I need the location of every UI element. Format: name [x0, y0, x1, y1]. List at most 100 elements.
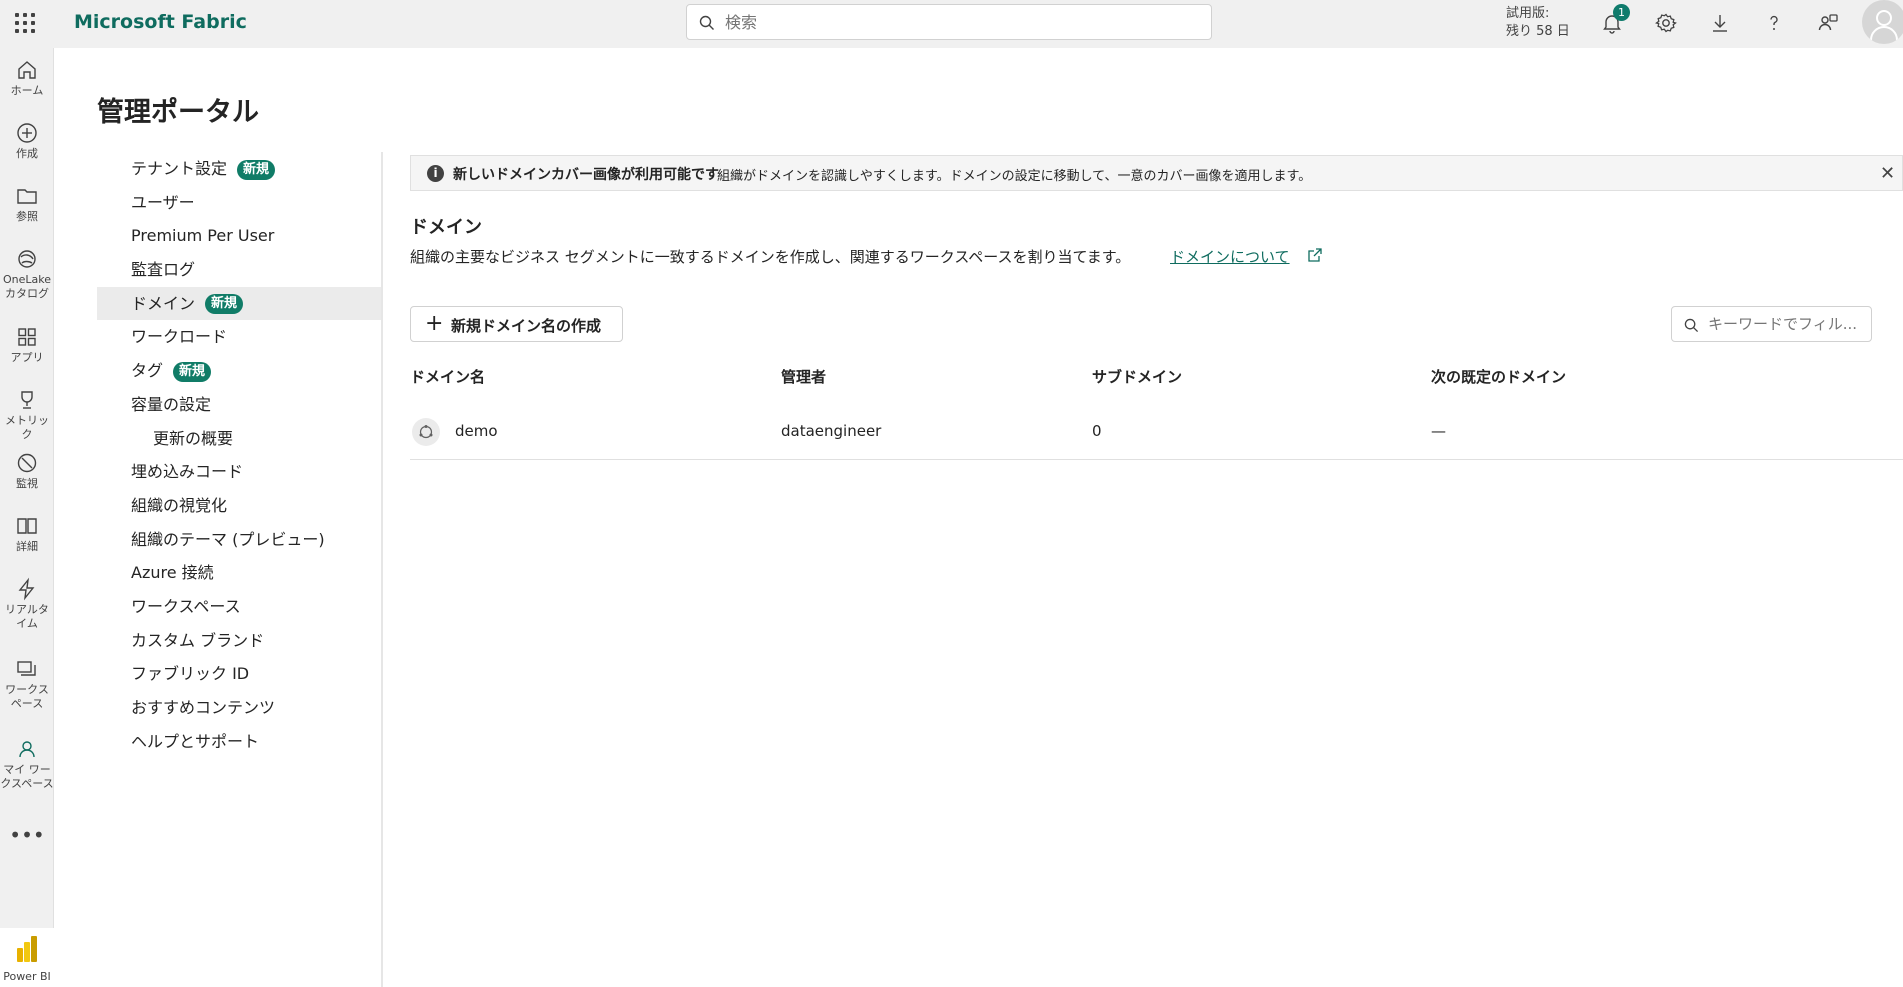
- trial-status[interactable]: 試用版: 残り 58 日: [1506, 5, 1570, 41]
- home-icon: [18, 61, 36, 79]
- settings-nav-workspaces[interactable]: ワークスペース: [97, 590, 381, 624]
- settings-nav-domains[interactable]: ドメイン 新規: [97, 286, 381, 321]
- nav-onelake[interactable]: OneLake カタログ: [0, 247, 54, 301]
- settings-nav: テナント設定 新規 ユーザー Premium Per User 監査ログ ドメイン…: [97, 152, 381, 758]
- my-workspace-icon: [19, 741, 35, 758]
- nav-label: リアルタイム: [5, 603, 49, 630]
- section-title: ドメイン: [410, 217, 482, 238]
- settings-nav-refresh-summary[interactable]: 更新の概要: [97, 422, 381, 456]
- app-title[interactable]: Microsoft Fabric: [74, 11, 247, 33]
- settings-nav-label: おすすめコンテンツ: [131, 698, 276, 717]
- workspaces-icon: [17, 661, 36, 676]
- feedback-icon[interactable]: [1816, 11, 1840, 35]
- nav-label: マイ ワークスペース: [0, 763, 54, 790]
- powerbi-switcher[interactable]: Power BI: [0, 928, 54, 987]
- realtime-icon: [18, 577, 35, 601]
- column-header-default-domain[interactable]: 次の既定のドメイン: [1431, 366, 1566, 387]
- browse-icon: [17, 189, 37, 204]
- external-link-icon[interactable]: [1307, 247, 1323, 263]
- settings-nav-org-themes[interactable]: 組織のテーマ (プレビュー): [97, 523, 381, 557]
- powerbi-logo-icon: [17, 936, 37, 962]
- nav-apps[interactable]: アプリ: [0, 325, 54, 365]
- column-header-domain[interactable]: ドメイン名: [410, 366, 485, 387]
- settings-nav-label: 更新の概要: [153, 428, 234, 448]
- nav-label: 監視: [16, 477, 38, 490]
- settings-nav-workloads[interactable]: ワークロード: [97, 320, 381, 354]
- column-header-subdomains[interactable]: サブドメイン: [1092, 366, 1182, 387]
- nav-my-workspace[interactable]: マイ ワークスペース: [0, 737, 54, 791]
- domain-name-link[interactable]: demo: [455, 422, 498, 440]
- settings-nav-embed-codes[interactable]: 埋め込みコード: [97, 455, 381, 489]
- filter-box[interactable]: [1671, 306, 1872, 342]
- settings-nav-featured[interactable]: おすすめコンテンツ: [97, 691, 381, 725]
- nav-create[interactable]: 作成: [0, 121, 54, 161]
- new-badge: 新規: [205, 294, 244, 315]
- settings-nav-label: 監査ログ: [131, 260, 196, 280]
- nav-realtime[interactable]: リアルタイム: [0, 577, 54, 631]
- table-row[interactable]: demo dataengineer 0 —: [410, 408, 1903, 460]
- settings-nav-tags[interactable]: タグ 新規: [97, 354, 381, 388]
- nav-label: ホーム: [10, 84, 44, 97]
- settings-nav-label: ファブリック ID: [131, 664, 250, 684]
- left-nav-rail: ホーム 作成 参照 OneLake カタログ アプリ メトリック 監視 詳細 リ…: [0, 48, 54, 987]
- settings-nav-org-visuals[interactable]: 組織の視覚化: [97, 489, 381, 523]
- plus-icon: +: [425, 311, 444, 336]
- notification-badge: 1: [1613, 4, 1630, 21]
- search-icon: [699, 15, 714, 30]
- gear-icon[interactable]: [1654, 11, 1678, 35]
- settings-nav-azure[interactable]: Azure 接続: [97, 556, 381, 590]
- settings-nav-label: 組織の視覚化: [131, 495, 228, 515]
- powerbi-label: Power BI: [3, 970, 51, 983]
- settings-nav-help[interactable]: ヘルプとサポート: [97, 725, 381, 759]
- search-icon: [1684, 318, 1699, 333]
- settings-nav-label: ユーザー: [131, 192, 195, 212]
- new-badge: 新規: [173, 361, 212, 382]
- avatar[interactable]: [1862, 0, 1903, 44]
- nav-metrics[interactable]: メトリック: [0, 388, 54, 442]
- settings-nav-audit[interactable]: 監査ログ: [97, 253, 381, 287]
- nav-monitor[interactable]: 監視: [0, 451, 54, 491]
- nav-workspaces[interactable]: ワークスペース: [0, 657, 54, 711]
- learn-domains-link[interactable]: ドメインについて: [1170, 246, 1290, 267]
- nav-label: OneLake カタログ: [2, 273, 51, 300]
- nav-browse[interactable]: 参照: [0, 184, 54, 224]
- download-icon[interactable]: [1708, 11, 1732, 35]
- settings-nav-ppu[interactable]: Premium Per User: [97, 219, 381, 253]
- settings-nav-users[interactable]: ユーザー: [97, 186, 381, 220]
- nav-label: アプリ: [10, 351, 44, 364]
- create-icon: [17, 123, 37, 143]
- settings-nav-label: ドメイン: [131, 293, 196, 313]
- column-header-admin[interactable]: 管理者: [781, 366, 826, 387]
- settings-nav-label: カスタム ブランド: [131, 630, 265, 650]
- trial-label: 試用版:: [1506, 6, 1550, 21]
- metrics-icon: [21, 391, 33, 409]
- info-banner: i 新しいドメインカバー画像が利用可能です 組織がドメインを認識しやすくします。…: [410, 155, 1903, 191]
- domain-subdomains: 0: [1092, 422, 1102, 440]
- settings-nav-label: Azure 接続: [131, 563, 214, 583]
- filter-input[interactable]: [1708, 314, 1866, 334]
- new-badge: 新規: [237, 159, 276, 180]
- nav-label: ワークスペース: [5, 683, 49, 710]
- close-icon[interactable]: ✕: [1880, 165, 1895, 183]
- nav-home[interactable]: ホーム: [0, 58, 54, 98]
- search-input[interactable]: [725, 11, 1195, 33]
- domain-icon: [412, 418, 440, 446]
- settings-nav-label: Premium Per User: [131, 226, 275, 246]
- search-box[interactable]: [686, 4, 1212, 40]
- settings-nav-label: テナント設定: [131, 159, 228, 178]
- app-launcher-icon[interactable]: [15, 13, 35, 33]
- settings-nav-capacity[interactable]: 容量の設定: [97, 388, 381, 422]
- settings-nav-label: 容量の設定: [131, 394, 212, 414]
- settings-nav-fabric-id[interactable]: ファブリック ID: [97, 657, 381, 691]
- banner-title: 新しいドメインカバー画像が利用可能です: [453, 167, 719, 183]
- nav-label: メトリック: [5, 414, 49, 441]
- more-icon[interactable]: •••: [0, 825, 54, 845]
- settings-nav-label: ワークロード: [131, 327, 228, 347]
- nav-label: 参照: [16, 210, 38, 223]
- nav-learn[interactable]: 詳細: [0, 514, 54, 554]
- settings-nav-custom-branding[interactable]: カスタム ブランド: [97, 624, 381, 658]
- create-domain-button[interactable]: + 新規ドメイン名の作成: [410, 306, 623, 342]
- help-icon[interactable]: [1762, 11, 1786, 35]
- settings-nav-tenant[interactable]: テナント設定 新規: [97, 152, 381, 186]
- nav-divider: [381, 152, 383, 987]
